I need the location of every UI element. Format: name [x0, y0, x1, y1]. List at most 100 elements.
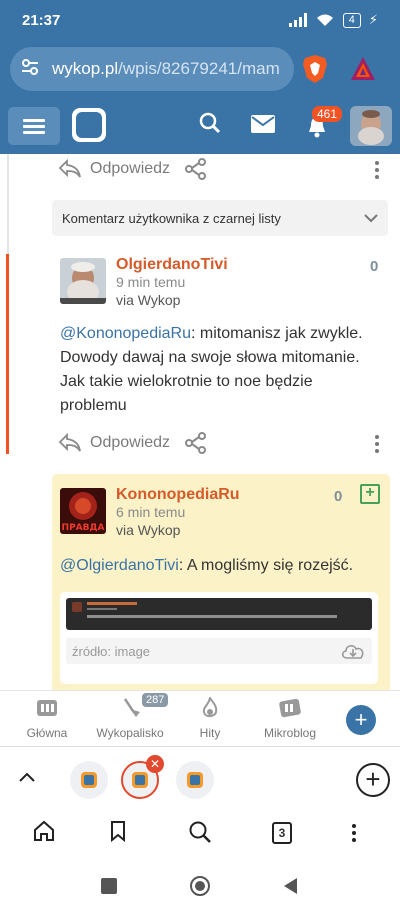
browser-tab[interactable] — [176, 761, 214, 799]
site-settings-icon[interactable] — [20, 58, 44, 81]
menu-icon-line — [23, 131, 45, 134]
image-source-label: źródło: image — [72, 643, 151, 659]
nav-mikroblog[interactable]: Mikroblog — [256, 697, 324, 740]
comment-body: @KononopediaRu: mitomanisz jak zwykle. D… — [60, 322, 380, 418]
mikroblog-icon — [279, 698, 301, 718]
nav-label: Wykopalisko — [96, 726, 164, 740]
avatar-image — [350, 106, 392, 146]
notifications-badge: 461 — [312, 106, 343, 122]
add-content-button[interactable]: + — [346, 705, 376, 735]
wifi-icon — [316, 14, 333, 26]
bookmark-icon[interactable] — [110, 820, 126, 842]
browser-toolbar: 3 — [0, 812, 400, 856]
site-bottom-nav: Główna Wykopalisko 287 Hity Mikroblog + — [0, 690, 400, 746]
shovel-icon — [123, 698, 140, 717]
status-bar: 21:37 4 ⚡ — [0, 0, 400, 40]
vote-count: 0 — [370, 258, 379, 275]
embedded-image[interactable]: źródło: image — [60, 592, 378, 684]
charging-icon: ⚡ — [368, 12, 378, 27]
browser-menu-icon[interactable] — [350, 822, 358, 845]
more-options-icon[interactable] — [370, 432, 384, 456]
url-field[interactable]: wykop.pl/wpis/82679241/mam — [10, 47, 294, 91]
image-source-bar: źródło: image — [66, 638, 372, 664]
via-app[interactable]: Wykop — [138, 292, 181, 308]
android-home-button[interactable] — [190, 876, 210, 896]
recents-button[interactable] — [101, 878, 117, 894]
site-header: 461 — [0, 98, 400, 154]
wykop-favicon — [187, 772, 203, 788]
avatar-text: ПРАВДА — [62, 523, 105, 533]
url-path: /wpis/82679241/mam — [118, 59, 280, 78]
avatar-image — [60, 258, 106, 304]
url-host: wykop.pl — [52, 59, 119, 78]
share-icon[interactable] — [184, 432, 208, 454]
mini-avatar — [72, 602, 82, 612]
chevron-down-icon — [364, 214, 378, 223]
screenshot-content — [87, 602, 347, 618]
comment-time: 9 min temu — [116, 274, 186, 290]
browser-tab-strip: ✕ + — [0, 746, 400, 812]
android-nav-bar — [0, 856, 400, 911]
comment-time: 6 min temu — [116, 504, 186, 520]
signal-icon — [288, 13, 307, 27]
nav-label: Hity — [199, 726, 221, 740]
new-tab-button[interactable]: + — [356, 763, 390, 797]
comment-text: : A mogliśmy się rozejść. — [178, 557, 354, 574]
close-tab-icon[interactable]: ✕ — [146, 755, 164, 773]
own-comment-marker — [6, 254, 9, 454]
back-button[interactable] — [282, 877, 298, 895]
flame-icon — [202, 695, 218, 718]
user-avatar[interactable] — [350, 106, 392, 146]
share-icon[interactable] — [184, 158, 208, 180]
brave-shield-icon[interactable] — [302, 54, 328, 84]
battery-icon: 4 — [342, 12, 361, 28]
nav-label: Mikroblog — [263, 726, 317, 740]
vote-count: 0 — [334, 488, 343, 505]
avatar-image: ПРАВДА — [60, 488, 106, 534]
reply-button[interactable]: Odpowiedz — [90, 160, 170, 178]
comment-avatar[interactable] — [60, 258, 106, 304]
search-icon[interactable] — [199, 112, 221, 134]
comment-actions: Odpowiedz — [58, 428, 208, 458]
browser-tab[interactable] — [70, 761, 108, 799]
bat-rewards-icon[interactable] — [350, 56, 376, 82]
comment-author[interactable]: OlgierdanoTivi — [116, 256, 228, 274]
cloud-download-icon[interactable] — [340, 642, 366, 660]
reply-button[interactable]: Odpowiedz — [90, 434, 170, 452]
tab-count-button[interactable]: 3 — [272, 822, 292, 844]
menu-icon-line — [23, 125, 45, 128]
comment-via: via Wykop — [116, 522, 180, 538]
menu-button[interactable] — [8, 107, 60, 145]
home-icon[interactable] — [33, 820, 55, 842]
reply-icon[interactable] — [58, 159, 82, 179]
wykop-favicon — [81, 772, 97, 788]
via-prefix: via — [116, 522, 134, 538]
wykop-favicon — [132, 772, 148, 788]
user-mention[interactable]: @OlgierdanoTivi — [60, 557, 179, 574]
reply-icon[interactable] — [58, 433, 82, 453]
comment-avatar[interactable]: ПРАВДА — [60, 488, 106, 534]
chevron-up-icon[interactable] — [18, 771, 36, 783]
nav-label: Główna — [26, 726, 68, 740]
user-mention[interactable]: @KononopediaRu — [60, 325, 191, 342]
comment-body: @OlgierdanoTivi: A mogliśmy się rozejść. — [60, 554, 380, 578]
more-options-icon[interactable] — [370, 158, 384, 182]
blacklisted-comment-toggle[interactable]: Komentarz użytkownika z czarnej listy — [52, 200, 388, 236]
menu-icon — [23, 119, 45, 122]
comment-via: via Wykop — [116, 292, 180, 308]
via-app[interactable]: Wykop — [138, 522, 181, 538]
wykop-home-icon — [37, 700, 57, 716]
wykop-logo[interactable] — [72, 108, 106, 142]
comment-actions: Odpowiedz — [58, 154, 208, 184]
embedded-screenshot[interactable] — [66, 598, 372, 630]
mail-icon[interactable] — [251, 115, 275, 133]
comment-author[interactable]: KononopediaRu — [116, 486, 240, 504]
wykopalisko-badge: 287 — [142, 693, 169, 707]
via-prefix: via — [116, 292, 134, 308]
browser-address-bar: wykop.pl/wpis/82679241/mam — [0, 40, 400, 98]
nav-main[interactable]: Główna — [22, 697, 72, 740]
blacklist-label: Komentarz użytkownika z czarnej listy — [62, 210, 281, 226]
nav-hity[interactable]: Hity — [190, 695, 230, 740]
search-icon[interactable] — [188, 820, 212, 844]
status-icons: 4 ⚡ — [288, 12, 378, 28]
